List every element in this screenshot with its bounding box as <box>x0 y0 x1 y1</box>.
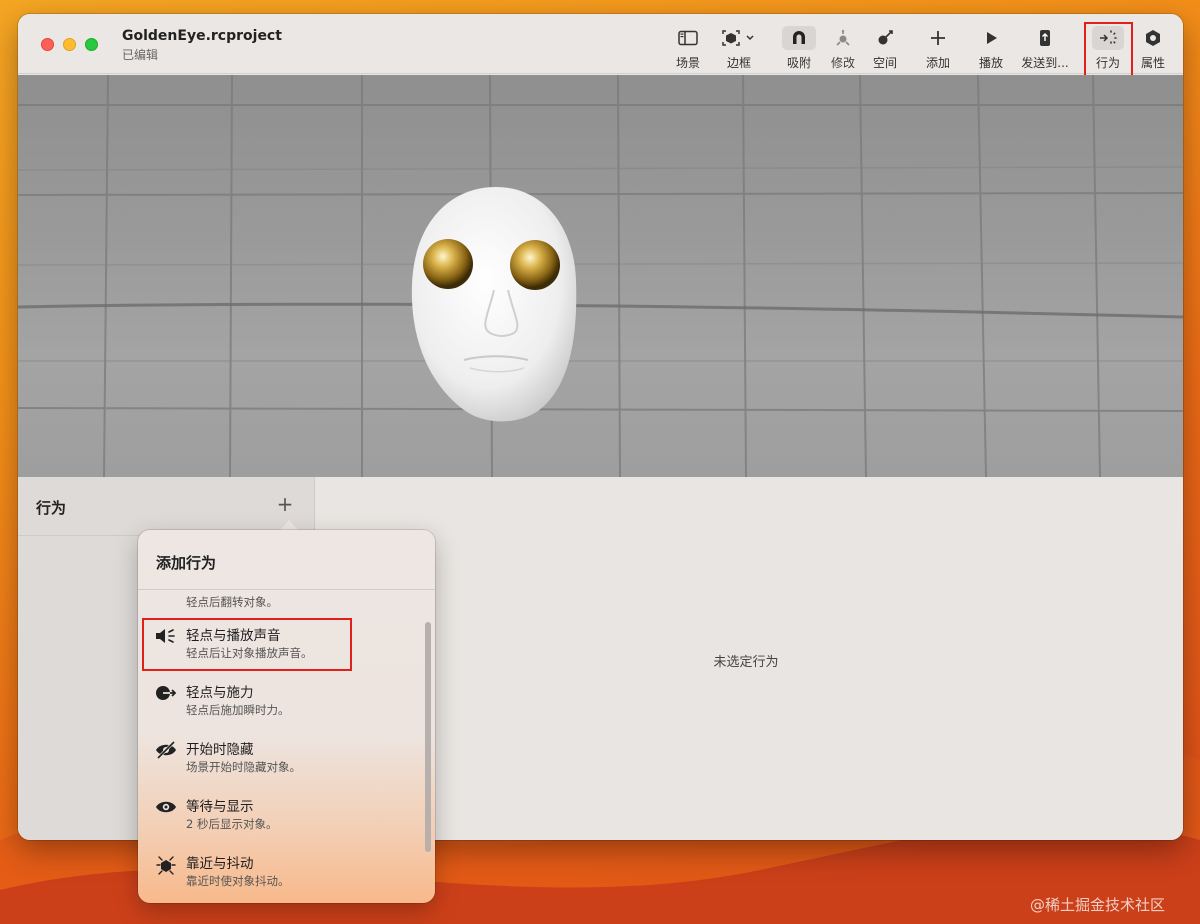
apply-force-icon <box>154 683 178 703</box>
behavior-desc: 轻点后施加瞬时力。 <box>186 703 290 717</box>
space-label: 空间 <box>872 56 897 70</box>
behavior-option-proximity-shake[interactable]: 靠近与抖动 靠近时使对象抖动。 <box>138 848 423 900</box>
close-window-button[interactable] <box>41 38 54 51</box>
sidebar-icon <box>673 26 703 50</box>
behavior-name: 靠近与抖动 <box>186 856 254 872</box>
snap-button[interactable]: 吸附 <box>782 26 816 70</box>
space-icon <box>870 26 900 50</box>
properties-button[interactable]: 属性 <box>1136 26 1170 70</box>
gold-eye-right <box>510 240 560 290</box>
behavior-option-hide-on-start[interactable]: 开始时隐藏 场景开始时隐藏对象。 <box>138 734 423 786</box>
space-button[interactable]: 空间 <box>868 26 902 70</box>
behavior-desc: 靠近时使对象抖动。 <box>186 874 290 888</box>
popover-scrollbar[interactable] <box>425 622 431 852</box>
minimize-window-button[interactable] <box>63 38 76 51</box>
play-sound-highlight-box <box>142 618 352 671</box>
send-to-button[interactable]: 发送到... <box>1018 26 1072 70</box>
behaviors-highlight-box <box>1084 22 1133 78</box>
properties-icon <box>1138 26 1168 50</box>
play-icon <box>976 26 1006 50</box>
plus-icon <box>923 26 953 50</box>
no-behavior-selected-message: 未选定行为 <box>713 655 779 670</box>
behaviors-panel-header: 行为 + <box>18 477 314 536</box>
modify-icon <box>828 26 858 50</box>
modify-label: 修改 <box>830 56 855 70</box>
behavior-name: 轻点与施力 <box>186 685 254 701</box>
bounding-box-icon <box>719 26 759 50</box>
gold-eye-left <box>423 239 473 289</box>
bounds-button[interactable]: 边框 <box>717 26 761 70</box>
play-label: 播放 <box>978 56 1003 70</box>
add-button[interactable]: 添加 <box>921 26 955 70</box>
behavior-detail-panel: 未选定行为 <box>316 477 1183 840</box>
modify-button[interactable]: 修改 <box>826 26 860 70</box>
partial-item-desc: 轻点后翻转对象。 <box>186 595 278 609</box>
proximity-shake-icon <box>154 854 178 875</box>
send-to-device-icon <box>1030 26 1060 50</box>
project-status: 已编辑 <box>122 48 159 62</box>
scene-viewport[interactable] <box>18 75 1183 477</box>
zoom-window-button[interactable] <box>85 38 98 51</box>
scene-grid <box>18 75 1183 477</box>
add-behavior-popover: 添加行为 轻点后翻转对象。 轻点与播放声音 轻点后让对象播放声音。 轻点与施力 … <box>138 530 435 903</box>
magnet-icon <box>782 26 816 50</box>
scene-label: 场景 <box>675 56 700 70</box>
face-mask-model[interactable] <box>411 187 577 422</box>
watermark: @稀土掘金技术社区 <box>1030 896 1166 914</box>
behavior-desc: 场景开始时隐藏对象。 <box>186 760 301 774</box>
play-button[interactable]: 播放 <box>974 26 1008 70</box>
snap-label: 吸附 <box>786 56 811 70</box>
properties-label: 属性 <box>1140 56 1165 70</box>
eye-icon <box>154 797 178 817</box>
behavior-option-wait-and-show[interactable]: 等待与显示 2 秒后显示对象。 <box>138 791 423 843</box>
scene-button[interactable]: 场景 <box>671 26 705 70</box>
add-behavior-button[interactable]: + <box>274 493 296 515</box>
behavior-name: 开始时隐藏 <box>186 742 254 758</box>
behavior-name: 等待与显示 <box>186 799 254 815</box>
add-label: 添加 <box>925 56 950 70</box>
project-title: GoldenEye.rcproject <box>122 28 282 44</box>
behavior-option-tap-apply-force[interactable]: 轻点与施力 轻点后施加瞬时力。 <box>138 677 423 729</box>
send-to-label: 发送到... <box>1021 56 1069 70</box>
title-bar: GoldenEye.rcproject 已编辑 场景 边框 吸附 修改 空间 添… <box>18 14 1183 78</box>
eye-slash-icon <box>154 740 178 760</box>
behavior-desc: 2 秒后显示对象。 <box>186 817 278 831</box>
popover-title: 添加行为 <box>156 554 217 572</box>
bounds-label: 边框 <box>726 56 751 70</box>
behaviors-panel-title: 行为 <box>36 499 67 517</box>
